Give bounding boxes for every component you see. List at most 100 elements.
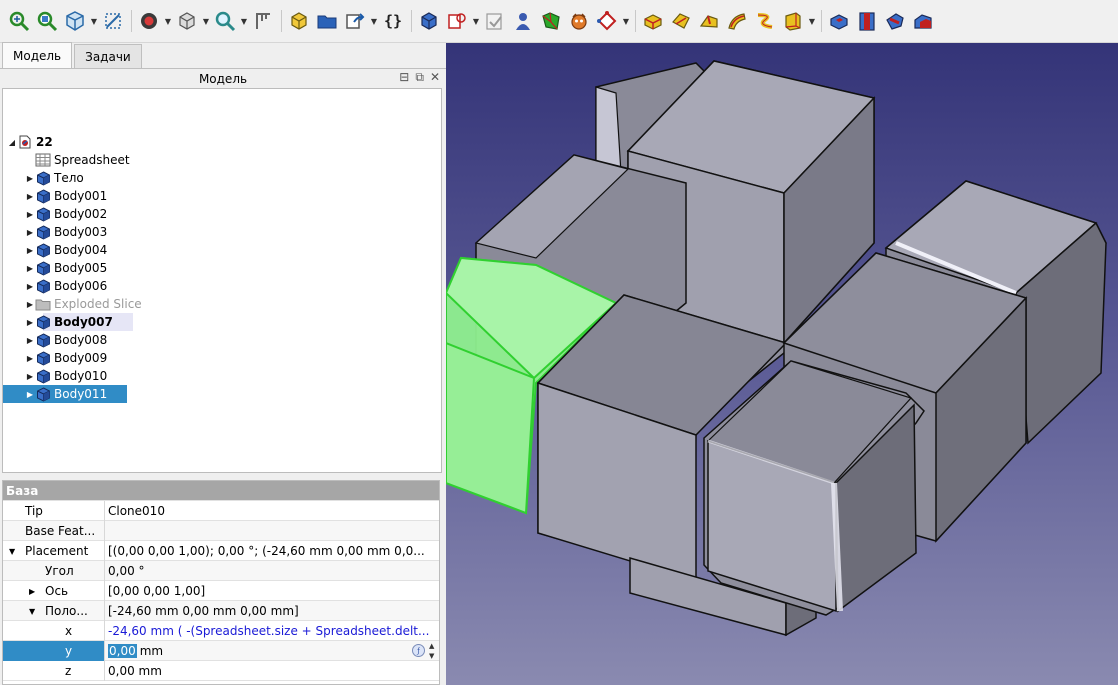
expand-arrow-icon[interactable]: ▶ (25, 354, 35, 363)
tree-item[interactable]: ▶ Body003 (7, 223, 110, 241)
spin-up-icon[interactable]: ▲ (429, 642, 439, 650)
revolution-icon[interactable] (668, 7, 694, 35)
view-measure-icon[interactable] (100, 7, 126, 35)
map-sketch-icon[interactable] (510, 7, 536, 35)
zoom-selection-icon[interactable] (34, 7, 60, 35)
expand-arrow-icon[interactable]: ▶ (25, 300, 35, 309)
validate-sketch-icon[interactable] (482, 7, 508, 35)
macro-icon[interactable]: {} (380, 7, 406, 35)
minimize-icon[interactable]: ⊟ (399, 70, 409, 85)
property-group-header[interactable]: База (3, 481, 439, 501)
property-row[interactable]: Base Feat... (3, 521, 439, 541)
expand-arrow-icon[interactable]: ▶ (25, 246, 35, 255)
expand-arrow-icon[interactable]: ◢ (7, 138, 17, 147)
additive-pipe-icon[interactable] (724, 7, 750, 35)
tree-item[interactable]: Spreadsheet (7, 151, 133, 169)
chevron-down-icon[interactable]: ▼ (472, 7, 480, 35)
tree-item[interactable]: ▶ Body006 (7, 277, 110, 295)
property-value[interactable]: [0,00 0,00 1,00] (105, 581, 439, 601)
chevron-down-icon[interactable]: ▼ (622, 7, 630, 35)
expand-arrow-icon[interactable]: ▶ (25, 390, 35, 399)
expand-arrow-icon[interactable]: ▶ (25, 228, 35, 237)
property-value[interactable]: [(0,00 0,00 1,00); 0,00 °; (-24,60 mm 0,… (105, 541, 439, 561)
link-icon[interactable] (342, 7, 368, 35)
expand-arrow-icon[interactable]: ▶ (25, 264, 35, 273)
float-icon[interactable]: ⧉ (415, 70, 424, 85)
creature-icon[interactable] (566, 7, 592, 35)
close-icon[interactable]: ✕ (430, 70, 440, 85)
subtractive-loft-icon[interactable] (910, 7, 936, 35)
draw-style-icon[interactable] (136, 7, 162, 35)
expand-arrow-icon[interactable]: ▶ (25, 174, 35, 183)
property-row[interactable]: z 0,00 mm (3, 661, 439, 681)
tree-item[interactable]: ▶ Body004 (7, 241, 110, 259)
property-row[interactable]: ▼ Поло... [-24,60 mm 0,00 mm 0,00 mm] (3, 601, 439, 621)
property-row[interactable]: Угол 0,00 ° (3, 561, 439, 581)
fit-all-icon[interactable] (6, 7, 32, 35)
tree-item[interactable]: ▶ Body007 (7, 313, 116, 331)
chevron-down-icon[interactable]: ▼ (90, 7, 98, 35)
expand-arrow-icon[interactable]: ▶ (29, 587, 35, 596)
tree-root[interactable]: ◢ 22 (7, 133, 56, 151)
view-axonometric-icon[interactable] (62, 7, 88, 35)
property-value[interactable]: Clone010 (105, 501, 439, 521)
expand-arrow-icon[interactable]: ▶ (25, 192, 35, 201)
tree-item[interactable]: ▶ Exploded Slice (7, 295, 145, 313)
spin-down-icon[interactable]: ▼ (429, 652, 439, 660)
tree-item[interactable]: ▶ Body011 (7, 385, 110, 403)
tree-item[interactable]: ▶ Body008 (7, 331, 110, 349)
property-value[interactable]: [-24,60 mm 0,00 mm 0,00 mm] (105, 601, 439, 621)
additive-helix-icon[interactable] (752, 7, 778, 35)
tree-item[interactable]: ▶ Тело (7, 169, 87, 187)
chevron-down-icon[interactable]: ▼ (164, 7, 172, 35)
additive-box-icon[interactable] (780, 7, 806, 35)
chevron-down-icon[interactable]: ▼ (202, 7, 210, 35)
property-value[interactable] (105, 521, 439, 541)
face-icon[interactable] (538, 7, 564, 35)
bounding-box-icon[interactable] (174, 7, 200, 35)
folder-icon[interactable] (314, 7, 340, 35)
tab-model[interactable]: Модель (2, 42, 73, 68)
property-value[interactable]: 0,00 mm (105, 661, 439, 681)
tab-tasks[interactable]: Задачи (74, 44, 142, 68)
pad-icon[interactable] (640, 7, 666, 35)
expand-arrow-icon[interactable]: ▶ (25, 282, 35, 291)
spinbox-arrows[interactable]: ▲ ▼ (429, 642, 439, 660)
hole-icon[interactable] (854, 7, 880, 35)
part-icon[interactable] (286, 7, 312, 35)
pocket-icon[interactable] (826, 7, 852, 35)
expand-arrow-icon[interactable]: ▶ (25, 372, 35, 381)
property-row[interactable]: ▶ Ось [0,00 0,00 1,00] (3, 581, 439, 601)
property-row[interactable]: x -24,60 mm ( -(Spreadsheet.size + Spread… (3, 621, 439, 641)
view-zoom-icon[interactable] (212, 7, 238, 35)
toolbar-separator (632, 7, 638, 35)
collapse-arrow-icon[interactable]: ▼ (9, 547, 15, 556)
3d-view[interactable] (446, 43, 1118, 685)
tree-item[interactable]: ▶ Body010 (7, 367, 110, 385)
chevron-down-icon[interactable]: ▼ (808, 7, 816, 35)
property-row[interactable]: ▼ Placement [(0,00 0,00 1,00); 0,00 °; (-2… (3, 541, 439, 561)
tree-item[interactable]: ▶ Body005 (7, 259, 110, 277)
property-value[interactable]: -24,60 mm ( -(Spreadsheet.size + Spreads… (105, 621, 439, 641)
tree-item[interactable]: ▶ Body009 (7, 349, 110, 367)
datum-plane-icon[interactable] (594, 7, 620, 35)
collapse-arrow-icon[interactable]: ▼ (29, 607, 35, 616)
expression-icon[interactable]: ƒ (412, 644, 425, 657)
property-value-editor[interactable]: 0,00 mm ƒ ▲ ▼ (105, 641, 439, 661)
property-row[interactable]: Tip Clone010 (3, 501, 439, 521)
chevron-down-icon[interactable]: ▼ (240, 7, 248, 35)
expand-arrow-icon[interactable]: ▶ (25, 336, 35, 345)
value-input[interactable]: 0,00 (108, 644, 137, 658)
expand-arrow-icon[interactable]: ▶ (25, 210, 35, 219)
tree-item[interactable]: ▶ Body002 (7, 205, 110, 223)
body-icon[interactable] (416, 7, 442, 35)
property-row[interactable]: y 0,00 mm ƒ ▲ ▼ (3, 641, 439, 661)
tree-item[interactable]: ▶ Body001 (7, 187, 110, 205)
chevron-down-icon[interactable]: ▼ (370, 7, 378, 35)
expand-arrow-icon[interactable]: ▶ (25, 318, 35, 327)
sketch-icon[interactable] (444, 7, 470, 35)
property-value[interactable]: 0,00 ° (105, 561, 439, 581)
additive-loft-icon[interactable] (696, 7, 722, 35)
measure-caliper-icon[interactable] (250, 7, 276, 35)
groove-icon[interactable] (882, 7, 908, 35)
